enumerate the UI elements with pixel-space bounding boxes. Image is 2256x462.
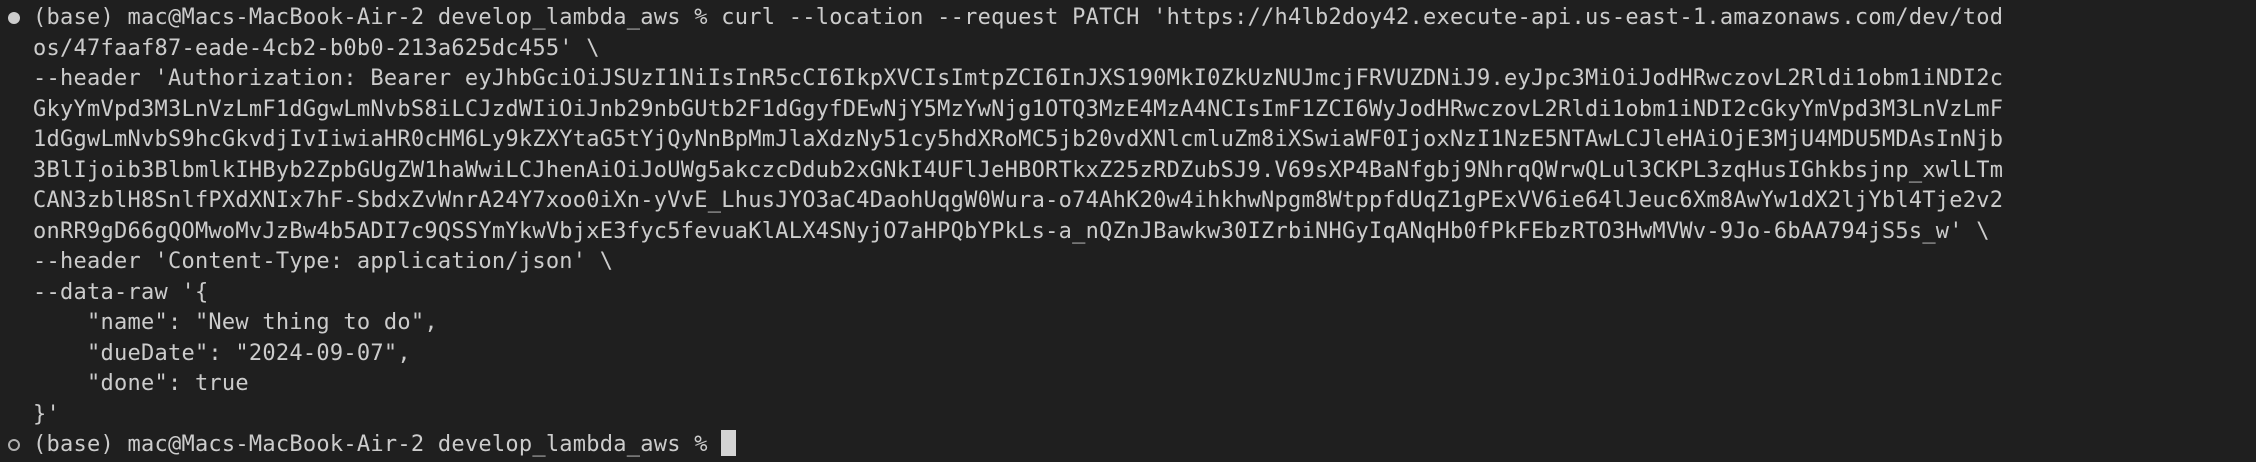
terminal-line: }': [0, 400, 2256, 431]
pending-command-dot-icon: [8, 439, 20, 451]
command-text: "name": "New thing to do",: [33, 310, 438, 335]
terminal-line: os/47faaf87-eade-4cb2-b0b0-213a625dc455'…: [0, 34, 2256, 65]
command-text: }': [33, 401, 60, 427]
command-text: onRR9gD66gQOMwoMvJzBw4b5ADI7c9QSSYmYkwVb…: [33, 218, 1990, 244]
terminal-line: --header 'Content-Type: application/json…: [0, 247, 2256, 278]
command-text: --header 'Content-Type: application/json…: [33, 249, 614, 274]
terminal-line: "name": "New thing to do",: [0, 308, 2256, 339]
command-status-marker[interactable]: [6, 3, 28, 34]
terminal-line: "done": true: [0, 369, 2256, 400]
command-text: (base) mac@Macs-MacBook-Air-2 develop_la…: [33, 5, 2004, 30]
command-status-marker[interactable]: [6, 430, 28, 461]
terminal-line: CAN3zblH8SnlfPXdXNIx7hF-SbdxZvWnrA24Y7xo…: [0, 186, 2256, 217]
command-text: 3BlIjoib3BlbmlkIHByb2ZpbGUgZW1haWwiLCJhe…: [33, 157, 2004, 183]
terminal-line: GkyYmVpd3M3LnVzLmF1dGgwLmNvbS8iLCJzdWIiO…: [0, 95, 2256, 126]
command-text: "done": true: [33, 371, 249, 396]
shell-prompt: (base) mac@Macs-MacBook-Air-2 develop_la…: [33, 432, 722, 457]
terminal-line: --data-raw '{: [0, 278, 2256, 309]
command-text: 1dGgwLmNvbS9hcGkvdjIvIiwiaHR0cHM6Ly9kZXY…: [33, 127, 2004, 152]
text-cursor: [721, 430, 737, 456]
terminal-line: (base) mac@Macs-MacBook-Air-2 develop_la…: [0, 3, 2256, 34]
command-text: "dueDate": "2024-09-07",: [33, 340, 411, 366]
command-text: os/47faaf87-eade-4cb2-b0b0-213a625dc455'…: [33, 35, 600, 61]
terminal-line: "dueDate": "2024-09-07",: [0, 339, 2256, 370]
command-text: CAN3zblH8SnlfPXdXNIx7hF-SbdxZvWnrA24Y7xo…: [33, 188, 2004, 213]
terminal-prompt-line[interactable]: (base) mac@Macs-MacBook-Air-2 develop_la…: [0, 430, 2256, 461]
terminal-line: --header 'Authorization: Bearer eyJhbGci…: [0, 64, 2256, 95]
terminal-line: 1dGgwLmNvbS9hcGkvdjIvIiwiaHR0cHM6Ly9kZXY…: [0, 125, 2256, 156]
command-text: --header 'Authorization: Bearer eyJhbGci…: [33, 66, 2004, 91]
command-success-dot-icon: [8, 12, 20, 24]
command-text: --data-raw '{: [33, 279, 209, 305]
terminal-panel[interactable]: (base) mac@Macs-MacBook-Air-2 develop_la…: [0, 0, 2256, 462]
prompt-area[interactable]: (base) mac@Macs-MacBook-Air-2 develop_la…: [33, 430, 2256, 461]
terminal-line: onRR9gD66gQOMwoMvJzBw4b5ADI7c9QSSYmYkwVb…: [0, 217, 2256, 248]
terminal-line: 3BlIjoib3BlbmlkIHByb2ZpbGUgZW1haWwiLCJhe…: [0, 156, 2256, 187]
command-text: GkyYmVpd3M3LnVzLmF1dGgwLmNvbS8iLCJzdWIiO…: [33, 96, 2004, 122]
